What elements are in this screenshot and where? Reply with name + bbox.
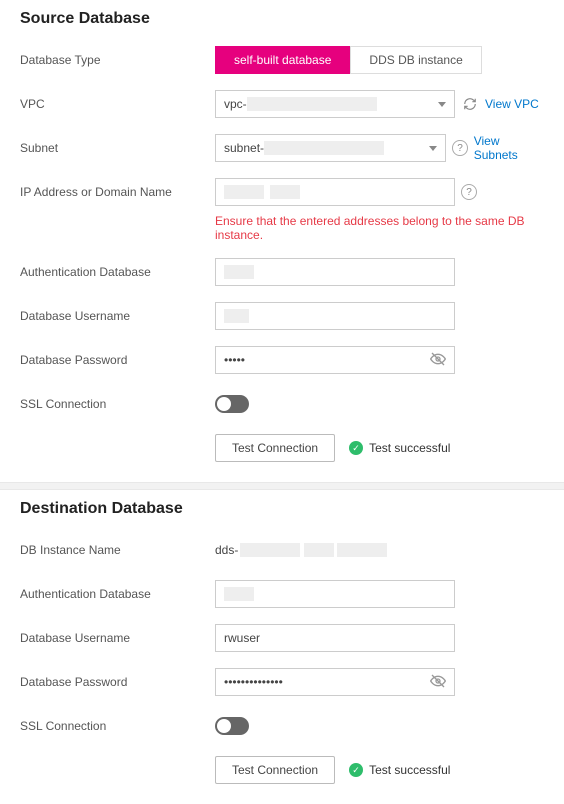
- label-dst-username: Database Username: [20, 631, 215, 645]
- row-src-ssl: SSL Connection: [20, 390, 544, 418]
- dst-auth-db-input[interactable]: [215, 580, 455, 608]
- src-ssl-toggle[interactable]: [215, 395, 249, 413]
- btn-dds-instance[interactable]: DDS DB instance: [350, 46, 481, 74]
- refresh-icon[interactable]: [461, 95, 479, 113]
- eye-off-icon[interactable]: [430, 673, 446, 692]
- ip-redacted-1: [224, 185, 264, 199]
- row-dst-username: Database Username: [20, 624, 544, 652]
- src-test-connection-button[interactable]: Test Connection: [215, 434, 335, 462]
- dst-authdb-redacted: [224, 587, 254, 601]
- help-icon[interactable]: ?: [452, 140, 467, 156]
- label-subnet: Subnet: [20, 141, 215, 155]
- authdb-redacted: [224, 265, 254, 279]
- dst-test-connection-button[interactable]: Test Connection: [215, 756, 335, 784]
- label-database-type: Database Type: [20, 53, 215, 67]
- src-password-value: •••••: [224, 353, 245, 367]
- label-src-username: Database Username: [20, 309, 215, 323]
- vpc-redacted: [247, 97, 377, 111]
- source-database-section: Source Database Database Type self-built…: [0, 0, 564, 482]
- destination-database-section: Destination Database DB Instance Name dd…: [0, 490, 564, 804]
- label-src-password: Database Password: [20, 353, 215, 367]
- ip-redacted-2: [270, 185, 300, 199]
- row-dst-ssl: SSL Connection: [20, 712, 544, 740]
- row-src-auth-db: Authentication Database: [20, 258, 544, 286]
- subnet-prefix: subnet-: [224, 141, 264, 155]
- label-ip-address: IP Address or Domain Name: [20, 185, 215, 199]
- database-type-toggle: self-built database DDS DB instance: [215, 46, 482, 74]
- src-auth-db-input[interactable]: [215, 258, 455, 286]
- toggle-knob: [217, 397, 231, 411]
- label-dst-auth-db: Authentication Database: [20, 587, 215, 601]
- inst-redacted-3: [337, 543, 387, 557]
- dst-test-status-text: Test successful: [369, 763, 450, 777]
- help-icon[interactable]: ?: [461, 184, 477, 200]
- source-title: Source Database: [20, 10, 544, 28]
- row-dst-password: Database Password ••••••••••••••: [20, 668, 544, 696]
- chevron-down-icon: [429, 146, 437, 151]
- dst-username-input[interactable]: [215, 624, 455, 652]
- src-test-status-text: Test successful: [369, 441, 450, 455]
- ip-warning: Ensure that the entered addresses belong…: [215, 214, 544, 242]
- src-test-status: ✓ Test successful: [349, 441, 450, 455]
- dst-action-row: Test Connection ✓ Test successful: [215, 756, 544, 784]
- username-redacted: [224, 309, 249, 323]
- subnet-redacted: [264, 141, 384, 155]
- vpc-select[interactable]: vpc-: [215, 90, 455, 118]
- dst-password-input[interactable]: ••••••••••••••: [215, 668, 455, 696]
- label-src-ssl: SSL Connection: [20, 397, 215, 411]
- chevron-down-icon: [438, 102, 446, 107]
- instance-prefix: dds-: [215, 543, 238, 557]
- check-icon: ✓: [349, 441, 363, 455]
- view-vpc-link[interactable]: View VPC: [485, 97, 539, 111]
- ip-address-input[interactable]: [215, 178, 455, 206]
- dst-ssl-toggle[interactable]: [215, 717, 249, 735]
- row-database-type: Database Type self-built database DDS DB…: [20, 46, 544, 74]
- row-vpc: VPC vpc- View VPC: [20, 90, 544, 118]
- instance-name-value: dds-: [215, 543, 387, 557]
- inst-redacted-2: [304, 543, 334, 557]
- check-icon: ✓: [349, 763, 363, 777]
- subnet-select[interactable]: subnet-: [215, 134, 446, 162]
- label-vpc: VPC: [20, 97, 215, 111]
- label-dst-password: Database Password: [20, 675, 215, 689]
- row-ip-address: IP Address or Domain Name ?: [20, 178, 544, 206]
- row-instance-name: DB Instance Name dds-: [20, 536, 544, 564]
- destination-title: Destination Database: [20, 500, 544, 518]
- row-dst-auth-db: Authentication Database: [20, 580, 544, 608]
- row-src-password: Database Password •••••: [20, 346, 544, 374]
- vpc-prefix: vpc-: [224, 97, 247, 111]
- label-src-auth-db: Authentication Database: [20, 265, 215, 279]
- inst-redacted-1: [240, 543, 300, 557]
- label-instance-name: DB Instance Name: [20, 543, 215, 557]
- row-src-username: Database Username: [20, 302, 544, 330]
- dst-username-field[interactable]: [224, 625, 446, 651]
- src-action-row: Test Connection ✓ Test successful: [215, 434, 544, 462]
- src-password-input[interactable]: •••••: [215, 346, 455, 374]
- eye-off-icon[interactable]: [430, 351, 446, 370]
- view-subnets-link[interactable]: View Subnets: [474, 134, 544, 162]
- row-subnet: Subnet subnet- ? View Subnets: [20, 134, 544, 162]
- src-username-input[interactable]: [215, 302, 455, 330]
- section-divider: [0, 482, 564, 490]
- toggle-knob: [217, 719, 231, 733]
- dst-password-value: ••••••••••••••: [224, 675, 283, 689]
- btn-self-built[interactable]: self-built database: [215, 46, 350, 74]
- label-dst-ssl: SSL Connection: [20, 719, 215, 733]
- dst-test-status: ✓ Test successful: [349, 763, 450, 777]
